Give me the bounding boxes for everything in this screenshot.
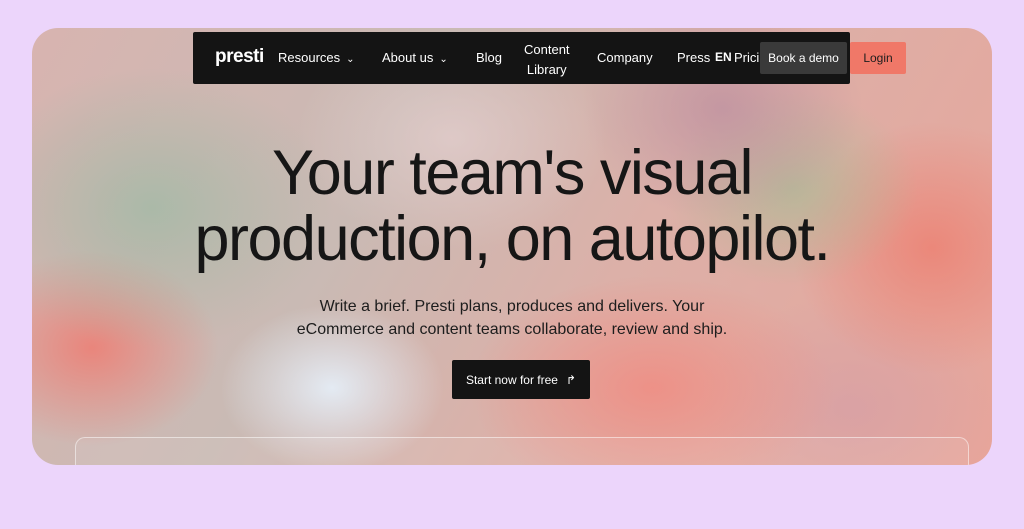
nav-item-resources[interactable]: Resources ⌄ — [278, 50, 355, 68]
nav-item-press[interactable]: Press — [677, 50, 710, 66]
nav-item-label: About us — [382, 50, 434, 65]
start-free-button[interactable]: Start now for free ↱ — [452, 360, 590, 399]
nav-item-label-line1: Content — [524, 42, 570, 57]
content-card-preview — [75, 437, 969, 465]
chevron-down-icon: ⌄ — [346, 54, 355, 65]
book-demo-button[interactable]: Book a demo — [760, 42, 847, 74]
cta-label: Start now for free — [465, 372, 558, 387]
hero-title-line2: production, on autopilot. — [194, 204, 831, 274]
nav-item-company[interactable]: Company — [597, 50, 653, 66]
hero-title: Your team's visual production, on autopi… — [160, 140, 864, 272]
language-selector[interactable]: EN — [715, 50, 732, 64]
nav-item-label-line2: Library — [526, 62, 567, 77]
hero-subtitle: Write a brief. Presti plans, produces an… — [280, 295, 744, 341]
login-button[interactable]: Login — [850, 42, 906, 74]
hero-subtitle-line1: Write a brief. Presti plans, produces an… — [319, 298, 705, 315]
nav-item-about-us[interactable]: About us ⌄ — [382, 50, 448, 68]
nav-item-label: Resources — [278, 50, 341, 65]
nav-item-content-library[interactable]: Content Library — [524, 40, 570, 80]
nav-item-pricing[interactable]: Pricing — [734, 50, 762, 65]
brand-logo[interactable]: presti — [215, 46, 264, 68]
hero-subtitle-line2: eCommerce and content teams collaborate,… — [296, 321, 728, 338]
hero-title-line1: Your team's visual — [272, 138, 753, 208]
chevron-down-icon: ⌄ — [439, 54, 448, 65]
top-navbar: presti Resources ⌄ About us ⌄ Blog Content… — [193, 32, 850, 84]
arrow-turn-icon: ↱ — [565, 372, 577, 387]
nav-item-blog[interactable]: Blog — [476, 50, 502, 66]
